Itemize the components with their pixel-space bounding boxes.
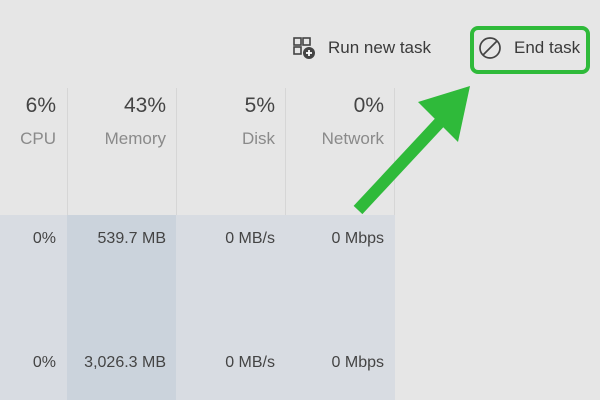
pointer-arrow-icon (353, 86, 470, 215)
